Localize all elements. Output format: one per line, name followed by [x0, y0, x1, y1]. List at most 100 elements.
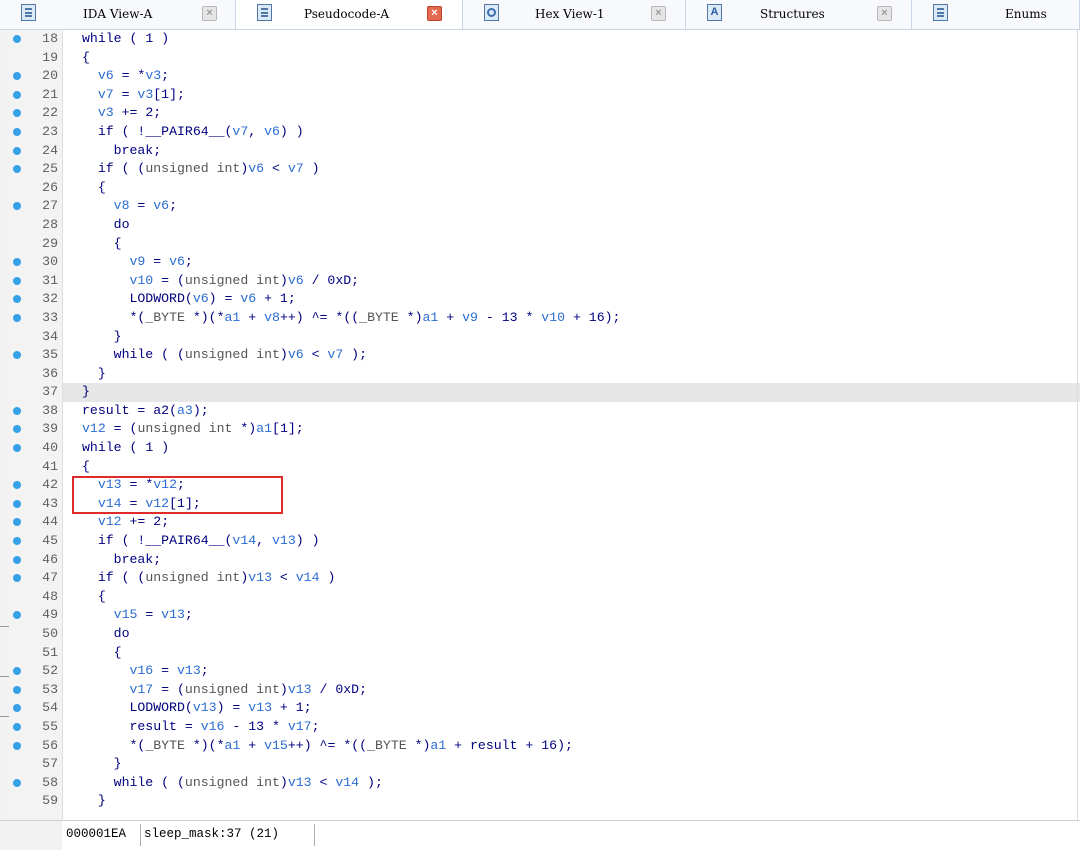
code-text: LODWORD(v13) = v13 + 1; [129, 700, 312, 716]
breakpoint-dot-icon[interactable] [13, 518, 21, 527]
tab-pseudocode-a[interactable]: Pseudocode-A × [236, 0, 463, 29]
breakpoint-dot-icon[interactable] [13, 72, 21, 81]
close-icon[interactable]: × [877, 6, 892, 21]
code-line[interactable]: 36 } [10, 365, 1080, 384]
code-line[interactable]: 37} [10, 383, 1080, 402]
breakpoint-dot-icon[interactable] [13, 295, 21, 304]
code-line[interactable]: 54 LODWORD(v13) = v13 + 1; [10, 699, 1080, 718]
close-icon[interactable]: × [202, 6, 217, 21]
close-icon[interactable]: × [427, 6, 442, 21]
breakpoint-dot-icon[interactable] [13, 722, 21, 731]
line-number: 47 [42, 570, 58, 586]
code-line[interactable]: 53 v17 = (unsigned int)v13 / 0xD; [10, 681, 1080, 700]
breakpoint-dot-icon[interactable] [13, 444, 21, 453]
breakpoint-dot-icon[interactable] [13, 351, 21, 360]
code-line[interactable]: 59 } [10, 792, 1080, 811]
code-line[interactable]: 21 v7 = v3[1]; [10, 86, 1080, 105]
disassembly-icon [21, 4, 36, 21]
line-number: 24 [42, 142, 58, 158]
code-line[interactable]: 41 { [10, 458, 1080, 477]
code-line[interactable]: 18 while ( 1 ) [10, 30, 1080, 49]
code-line[interactable]: 58 while ( (unsigned int)v13 < v14 ); [10, 774, 1080, 793]
close-icon[interactable]: × [651, 6, 666, 21]
hex-icon [484, 4, 499, 21]
breakpoint-dot-icon[interactable] [13, 313, 21, 322]
code-line[interactable]: 56 *(_BYTE *)(*a1 + v15++) ^= *((_BYTE *… [10, 737, 1080, 756]
code-line[interactable]: 52 v16 = v13; [10, 662, 1080, 681]
code-text: { [113, 235, 122, 251]
code-line[interactable]: 33 *(_BYTE *)(*a1 + v8++) ^= *((_BYTE *)… [10, 309, 1080, 328]
breakpoint-dot-icon[interactable] [13, 574, 21, 583]
code-line[interactable]: 50 do [10, 625, 1080, 644]
code-line[interactable]: 32 LODWORD(v6) = v6 + 1; [10, 290, 1080, 309]
breakpoint-dot-icon[interactable] [13, 406, 21, 415]
code-line[interactable]: 34 } [10, 328, 1080, 347]
breakpoint-dot-icon[interactable] [13, 537, 21, 546]
line-number: 30 [42, 254, 58, 270]
breakpoint-dot-icon[interactable] [13, 481, 21, 490]
tab-structures[interactable]: A Structures × [686, 0, 912, 29]
code-text: v15 = v13; [113, 607, 193, 623]
code-text: v3 += 2; [97, 105, 162, 121]
code-text: LODWORD(v6) = v6 + 1; [129, 291, 296, 307]
breakpoint-dot-icon[interactable] [13, 741, 21, 750]
code-text: if ( (unsigned int)v13 < v14 ) [97, 570, 336, 586]
code-line[interactable]: 57 } [10, 755, 1080, 774]
line-number: 28 [42, 216, 58, 232]
code-text: do [113, 216, 130, 232]
breakpoint-dot-icon[interactable] [13, 258, 21, 267]
code-line[interactable]: 35 while ( (unsigned int)v6 < v7 ); [10, 346, 1080, 365]
code-line[interactable]: 48 { [10, 588, 1080, 607]
tab-ida-view-a[interactable]: IDA View-A × [0, 0, 236, 29]
breakpoint-dot-icon[interactable] [13, 109, 21, 118]
code-line[interactable]: 51 { [10, 644, 1080, 663]
breakpoint-dot-icon[interactable] [13, 202, 21, 211]
code-line[interactable]: 22 v3 += 2; [10, 104, 1080, 123]
pseudocode-view[interactable]: 18 while ( 1 ) 19{20 v6 = *v3; 21 v7 = v3[1… [10, 30, 1080, 820]
breakpoint-dot-icon[interactable] [13, 35, 21, 43]
code-line[interactable]: 23 if ( !__PAIR64__(v7, v6) ) [10, 123, 1080, 142]
code-line[interactable]: 26 { [10, 179, 1080, 198]
line-number: 44 [42, 514, 58, 530]
code-line[interactable]: 31 v10 = (unsigned int)v6 / 0xD; [10, 272, 1080, 291]
breakpoint-dot-icon[interactable] [13, 611, 21, 620]
line-number: 31 [42, 272, 58, 288]
code-line[interactable]: 45 if ( !__PAIR64__(v14, v13) ) [10, 532, 1080, 551]
breakpoint-dot-icon[interactable] [13, 555, 21, 564]
code-line[interactable]: 47 if ( (unsigned int)v13 < v14 ) [10, 569, 1080, 588]
code-line[interactable]: 24 break; [10, 142, 1080, 161]
code-line[interactable]: 46 break; [10, 551, 1080, 570]
breakpoint-dot-icon[interactable] [13, 425, 21, 434]
code-line[interactable]: 19 { [10, 49, 1080, 68]
code-line[interactable]: 29 { [10, 235, 1080, 254]
tab-label: Pseudocode-A [304, 7, 390, 21]
code-line[interactable]: 39 v12 = (unsigned int *)a1[1]; [10, 420, 1080, 439]
breakpoint-dot-icon[interactable] [13, 704, 21, 713]
code-line[interactable]: 20 v6 = *v3; [10, 67, 1080, 86]
line-number: 19 [42, 49, 58, 65]
code-text: if ( !__PAIR64__(v7, v6) ) [97, 123, 304, 139]
code-line[interactable]: 27 v8 = v6; [10, 197, 1080, 216]
breakpoint-dot-icon[interactable] [13, 146, 21, 155]
breakpoint-dot-icon[interactable] [13, 499, 21, 508]
line-number: 59 [42, 793, 58, 809]
breakpoint-dot-icon[interactable] [13, 127, 21, 136]
breakpoint-dot-icon[interactable] [13, 667, 21, 676]
code-line[interactable]: 28 do [10, 216, 1080, 235]
breakpoint-dot-icon[interactable] [13, 90, 21, 99]
tab-enums[interactable]: Enums [912, 0, 1080, 29]
breakpoint-dot-icon[interactable] [13, 276, 21, 285]
code-line[interactable]: 25 if ( (unsigned int)v6 < v7 ) [10, 160, 1080, 179]
breakpoint-dot-icon[interactable] [13, 685, 21, 694]
code-text: { [97, 588, 106, 604]
selection-highlight-box [72, 476, 283, 514]
code-line[interactable]: 55 result = v16 - 13 * v17; [10, 718, 1080, 737]
code-line[interactable]: 38 result = a2(a3); [10, 402, 1080, 421]
code-line[interactable]: 49 v15 = v13; [10, 606, 1080, 625]
breakpoint-dot-icon[interactable] [13, 778, 21, 787]
tab-hex-view-1[interactable]: Hex View-1 × [463, 0, 686, 29]
code-line[interactable]: 30 v9 = v6; [10, 253, 1080, 272]
breakpoint-dot-icon[interactable] [13, 165, 21, 174]
code-line[interactable]: 44 v12 += 2; [10, 513, 1080, 532]
code-line[interactable]: 40 while ( 1 ) [10, 439, 1080, 458]
